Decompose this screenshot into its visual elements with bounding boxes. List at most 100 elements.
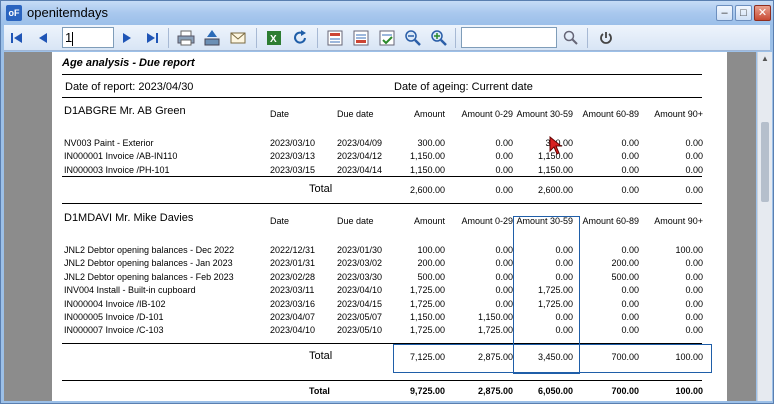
row-description: JNL2 Debtor opening balances - Jan 2023 bbox=[64, 258, 233, 269]
row-date: 2022/12/31 bbox=[270, 245, 316, 255]
power-icon bbox=[600, 32, 612, 44]
divider bbox=[62, 203, 702, 204]
last-page-icon bbox=[147, 33, 158, 43]
row-amount-90-plus: 100.00 bbox=[675, 245, 703, 255]
first-page-button[interactable] bbox=[6, 27, 28, 49]
first-page-icon bbox=[11, 33, 22, 43]
refresh-icon bbox=[294, 30, 306, 44]
column-header-date: Date bbox=[270, 216, 290, 226]
row-date: 2023/01/31 bbox=[270, 258, 316, 269]
email-button[interactable] bbox=[227, 27, 249, 49]
search-button[interactable] bbox=[560, 27, 582, 49]
window-title: openitemdays bbox=[27, 5, 108, 20]
export-icon bbox=[204, 30, 220, 46]
column-header-date: Date bbox=[270, 109, 290, 119]
row-date: 2023/02/28 bbox=[270, 271, 316, 282]
excel-icon: X bbox=[267, 31, 281, 45]
next-page-icon bbox=[123, 33, 131, 43]
zoom-out-icon bbox=[405, 30, 421, 46]
page-number-input[interactable]: 1 bbox=[62, 27, 114, 48]
minimize-button[interactable]: – bbox=[716, 5, 733, 21]
export-button[interactable] bbox=[201, 27, 223, 49]
refresh-button[interactable] bbox=[289, 27, 311, 49]
last-page-button[interactable] bbox=[141, 27, 163, 49]
row-date: 2023/04/07 bbox=[270, 312, 316, 322]
row-date: 2023/04/10 bbox=[270, 325, 316, 336]
column-header-amount-90-plus: Amount 90+ bbox=[654, 109, 703, 119]
row-description: IN000007 Invoice /C-103 bbox=[64, 325, 164, 336]
row-amount-90-plus: 0.00 bbox=[685, 258, 703, 269]
toolbar-separator bbox=[587, 28, 588, 48]
page-setup-icon bbox=[353, 30, 369, 46]
export-excel-button[interactable]: X bbox=[263, 27, 285, 49]
row-amount-90-plus: 0.00 bbox=[685, 325, 703, 336]
row-description: IN000003 Invoice /PH-101 bbox=[64, 164, 170, 175]
row-description: IN000005 Invoice /D-101 bbox=[64, 312, 164, 322]
zoom-in-icon bbox=[431, 30, 447, 46]
search-icon bbox=[563, 30, 578, 45]
checklist-icon bbox=[379, 30, 395, 46]
customer-total-label: Total bbox=[309, 183, 333, 195]
toolbar: 1 X bbox=[4, 25, 770, 51]
page-layout-button[interactable] bbox=[324, 27, 346, 49]
email-icon bbox=[230, 32, 246, 44]
page-setup-button[interactable] bbox=[350, 27, 372, 49]
row-description: IN000001 Invoice /AB-IN110 bbox=[64, 151, 178, 162]
divider bbox=[62, 380, 702, 381]
report-viewport[interactable]: Age analysis - Due report Date of report… bbox=[4, 52, 756, 401]
print-button[interactable] bbox=[175, 27, 197, 49]
date-of-ageing: Date of ageing: Current date bbox=[394, 81, 533, 93]
row-description: IN000004 Invoice /IB-102 bbox=[64, 298, 166, 309]
divider bbox=[62, 74, 702, 75]
previous-page-button[interactable] bbox=[32, 27, 54, 49]
scroll-up-icon[interactable]: ▲ bbox=[761, 54, 769, 63]
printer-icon bbox=[177, 30, 195, 46]
grand-total-90-plus: 100.00 bbox=[675, 386, 703, 396]
total-highlight-box bbox=[393, 344, 712, 373]
row-amount-90-plus: 0.00 bbox=[685, 312, 703, 322]
row-date: 2023/03/16 bbox=[270, 298, 316, 309]
customer-total-90-plus: 0.00 bbox=[685, 185, 703, 195]
row-description: INV004 Install - Built-in cupboard bbox=[64, 285, 196, 296]
svg-text:X: X bbox=[270, 34, 277, 45]
row-date: 2023/03/15 bbox=[270, 164, 316, 175]
grand-total-label: Total bbox=[309, 386, 330, 396]
column-header-amount-90-plus: Amount 90+ bbox=[654, 216, 703, 226]
select-pages-button[interactable] bbox=[376, 27, 398, 49]
vertical-scrollbar[interactable]: ▲ bbox=[757, 52, 772, 401]
scrollbar-thumb[interactable] bbox=[761, 122, 769, 202]
close-report-button[interactable] bbox=[595, 27, 617, 49]
next-page-button[interactable] bbox=[116, 27, 138, 49]
search-input[interactable] bbox=[461, 27, 557, 48]
report-page: Age analysis - Due report Date of report… bbox=[52, 52, 727, 401]
row-amount-90-plus: 0.00 bbox=[685, 151, 703, 162]
row-date: 2023/03/11 bbox=[270, 285, 315, 296]
row-amount-90-plus: 0.00 bbox=[685, 138, 703, 148]
row-amount-90-plus: 0.00 bbox=[685, 164, 703, 175]
row-description: NV003 Paint - Exterior bbox=[64, 138, 154, 148]
row-amount-90-plus: 0.00 bbox=[685, 271, 703, 282]
app-icon: oF bbox=[6, 5, 22, 21]
maximize-button[interactable]: □ bbox=[735, 5, 752, 21]
title-bar[interactable]: oF openitemdays – □ ✕ bbox=[1, 1, 773, 25]
customer-name: D1MDAVI Mr. Mike Davies bbox=[64, 212, 194, 224]
customer-total-label: Total bbox=[309, 350, 333, 362]
divider bbox=[62, 176, 702, 177]
report-title: Age analysis - Due report bbox=[62, 57, 195, 69]
toolbar-separator bbox=[317, 28, 318, 48]
mouse-cursor-icon bbox=[549, 136, 563, 155]
zoom-out-button[interactable] bbox=[402, 27, 424, 49]
customer-name: D1ABGRE Mr. AB Green bbox=[64, 105, 186, 117]
toolbar-separator bbox=[256, 28, 257, 48]
toolbar-separator bbox=[455, 28, 456, 48]
row-date: 2023/03/10 bbox=[270, 138, 316, 148]
row-amount-90-plus: 0.00 bbox=[685, 285, 703, 296]
row-description: JNL2 Debtor opening balances - Feb 2023 bbox=[64, 271, 234, 282]
zoom-in-button[interactable] bbox=[428, 27, 450, 49]
toolbar-separator bbox=[168, 28, 169, 48]
date-of-report: Date of report: 2023/04/30 bbox=[65, 81, 194, 93]
row-description: JNL2 Debtor opening balances - Dec 2022 bbox=[64, 245, 235, 255]
app-window: oF openitemdays – □ ✕ 1 X Age analysis -… bbox=[0, 0, 774, 404]
divider bbox=[62, 97, 702, 98]
close-button[interactable]: ✕ bbox=[754, 5, 771, 21]
